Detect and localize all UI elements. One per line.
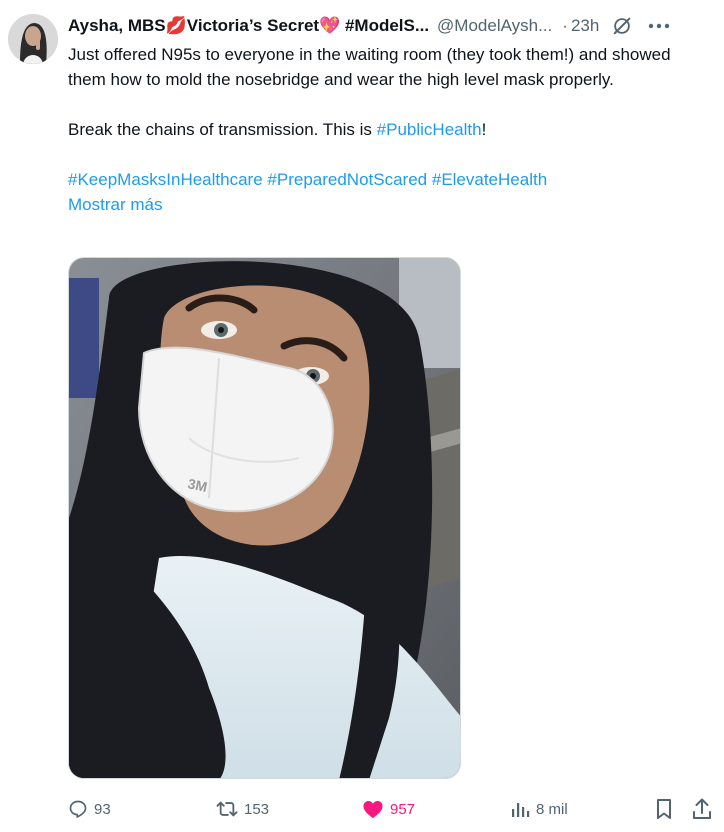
like-count: 957: [390, 800, 416, 818]
share-icon: [692, 798, 712, 820]
views-icon: [510, 799, 530, 819]
hashtag-preparednotscared[interactable]: #PreparedNotScared: [267, 170, 427, 189]
retweet-button[interactable]: 153: [216, 796, 269, 822]
share-button[interactable]: [692, 796, 712, 822]
tweet-paragraph-2: Break the chains of transmission. This i…: [68, 117, 708, 142]
views-count: 8 mil: [536, 800, 568, 818]
retweet-icon: [216, 799, 238, 819]
tweet[interactable]: Aysha, MBS💋Victoria’s Secret💖 #ModelS...…: [0, 0, 724, 832]
paragraph-2-suffix: !: [481, 120, 487, 139]
hashtag-keepmasks[interactable]: #KeepMasksInHealthcare: [68, 170, 263, 189]
hashtag-line: #KeepMasksInHealthcare #PreparedNotScare…: [68, 167, 708, 192]
show-more-link[interactable]: Mostrar más: [68, 195, 162, 214]
grok-icon[interactable]: [611, 15, 633, 37]
like-button[interactable]: 957: [362, 796, 415, 822]
hashtag-elevatehealth[interactable]: #ElevateHealth: [432, 170, 547, 189]
user-avatar[interactable]: [8, 14, 58, 64]
display-name[interactable]: Aysha, MBS💋Victoria’s Secret💖 #ModelS...: [68, 16, 429, 36]
reply-icon: [68, 799, 88, 819]
heart-icon: [362, 799, 384, 819]
separator-dot: ·: [562, 16, 568, 35]
timestamp[interactable]: 23h: [571, 16, 599, 36]
reply-button[interactable]: 93: [68, 796, 111, 822]
tweet-paragraph-1: Just offered N95s to everyone in the wai…: [68, 45, 671, 89]
tweet-actions: 93 153 957 8 mil: [68, 796, 716, 822]
bookmark-icon: [654, 798, 674, 820]
tweet-header: Aysha, MBS💋Victoria’s Secret💖 #ModelS...…: [68, 12, 716, 40]
reply-count: 93: [94, 800, 111, 818]
views-button[interactable]: 8 mil: [510, 796, 568, 822]
retweet-count: 153: [244, 800, 270, 818]
tweet-text: Just offered N95s to everyone in the wai…: [68, 42, 708, 217]
more-icon[interactable]: [647, 15, 671, 37]
hashtag-publichealth[interactable]: #PublicHealth: [377, 120, 482, 139]
bookmark-button[interactable]: [654, 796, 674, 822]
paragraph-2-text: Break the chains of transmission. This i…: [68, 120, 377, 139]
tweet-photo[interactable]: 3M: [68, 257, 461, 779]
user-handle[interactable]: @ModelAysh...: [437, 16, 552, 36]
